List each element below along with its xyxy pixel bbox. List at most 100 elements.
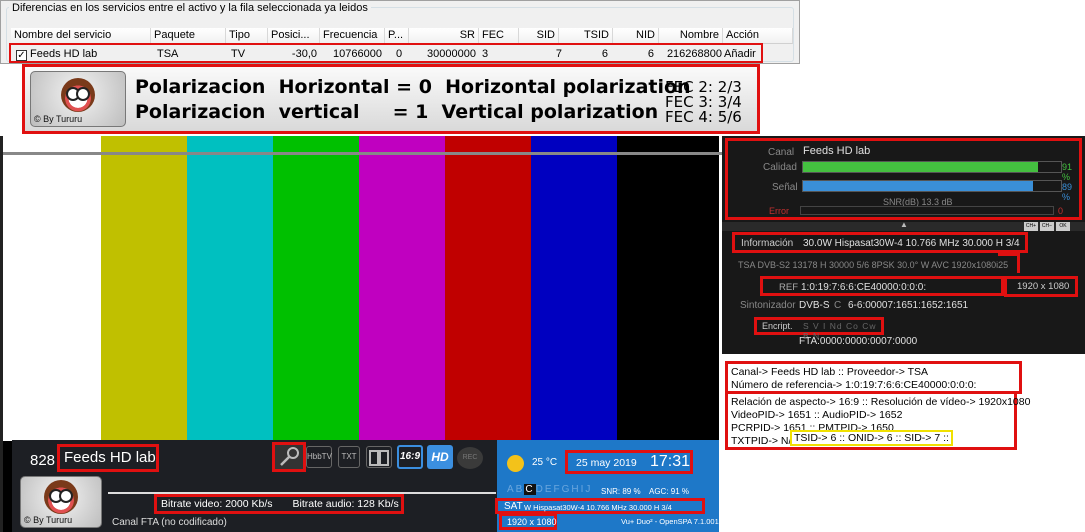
sintonizador-c: C [834, 300, 842, 311]
color-bar-magenta [359, 136, 445, 441]
canal-status: Canal FTA (no codificado) [112, 517, 227, 528]
col-header-fec[interactable]: FEC [479, 28, 519, 44]
encript-box: Encript. S V I Nd Co Cw B N [754, 317, 884, 341]
signal-info-panel: Canal Feeds HD lab Calidad 91 % Señal 89… [722, 136, 1085, 354]
letter-j: J [585, 484, 593, 495]
error-bar [800, 206, 1054, 215]
info-box: Información 30.0W Hispasat30W-4 10.766 M… [732, 232, 1028, 253]
col-header-sr[interactable]: SR [409, 28, 479, 44]
col-header-nombre[interactable]: Nombre del servicio [11, 28, 151, 44]
col-header-p[interactable]: P... [385, 28, 409, 44]
info-value: 30.0W Hispasat30W-4 10.766 MHz 30.000 H … [803, 238, 1020, 249]
col-header-posicion[interactable]: Posici... [268, 28, 320, 44]
color-bar-cyan [187, 136, 273, 441]
ref-label: REF [779, 282, 798, 293]
resolution-osd: 1920 x 1080 [499, 513, 557, 530]
key-icon[interactable] [272, 442, 306, 472]
cell-frecuencia: 10766000 [333, 48, 382, 60]
error-value: 0 [1058, 206, 1064, 216]
services-diff-panel: Diferencias en los servicios entre el ac… [0, 0, 800, 64]
temperature: 25 °C [532, 457, 558, 468]
cell-nombre[interactable]: ✓ Feeds HD lab [13, 46, 153, 62]
senal-label: Señal [772, 182, 798, 193]
col-header-tipo[interactable]: Tipo [226, 28, 268, 44]
chevron-up-icon[interactable]: ▲ [900, 220, 908, 229]
hbbtv-icon: HbbTV [306, 446, 332, 468]
calidad-value: 91 % [1062, 162, 1073, 182]
cell-accion: Añadir [724, 48, 756, 60]
ok-button[interactable]: OK [1056, 222, 1070, 231]
tururu-logo-osd: © By Tururu [20, 476, 102, 528]
info-line-canal: Canal-> Feeds HD lab :: Proveedor-> TSA [731, 366, 929, 378]
sintonizador-pids: 6-6:00007:1651:1652:1651 [848, 300, 969, 311]
ch-plus-button[interactable]: CH+ [1024, 222, 1038, 231]
letter-a: A [507, 484, 516, 495]
letter-g: G [561, 484, 572, 495]
ref-box: REF 1:0:19:7:6:6:CE40000:0:0:0: [760, 276, 1004, 296]
sat-info-box: SAT W Hispasat30W-4 10.766 MHz 30.000 H … [495, 498, 705, 514]
res-connector [998, 253, 1020, 273]
time: 17:31 [650, 453, 691, 470]
fec-4: FEC 4: 5/6 [665, 108, 742, 126]
datetime-box: 25 may 2019 17:31 [565, 450, 693, 474]
ch-minus-button[interactable]: CH− [1040, 222, 1054, 231]
color-bar-yellow [101, 136, 187, 441]
cell-fec: 3 [482, 48, 489, 60]
logo-credit: © By Tururu [34, 114, 83, 124]
letter-f: F [553, 484, 562, 495]
signal-fill [803, 181, 1033, 191]
col-header-accion[interactable]: Acción [723, 28, 793, 44]
canal-value: Feeds HD lab [803, 145, 871, 157]
polarization-banner: © By Tururu Polarizacion Horizontal = 0 … [22, 64, 760, 134]
quality-fill [803, 162, 1038, 172]
rec-icon: REC [457, 447, 483, 469]
group-title: Diferencias en los servicios entre el ac… [9, 2, 371, 14]
info-box-top: Canal-> Feeds HD lab :: Proveedor-> TSA … [725, 361, 1022, 394]
col-header-paquete[interactable]: Paquete [151, 28, 226, 44]
polarization-line-1: Polarizacion Horizontal = 0 Horizontal p… [135, 76, 691, 98]
error-label: Error [769, 206, 789, 216]
sintonizador-value: DVB-S [799, 300, 830, 311]
senal-value: 89 % [1062, 182, 1073, 202]
channel-info-box: Canal-> Feeds HD lab :: Proveedor-> TSA … [722, 359, 1085, 532]
col-header-sid[interactable]: SID [519, 28, 559, 44]
col-header-frecuencia[interactable]: Frecuencia [320, 28, 385, 44]
cell-nid: 6 [647, 48, 654, 60]
col-header-tsid[interactable]: TSID [559, 28, 613, 44]
bitrate-video: Bitrate video: 2000 Kb/s [161, 498, 273, 510]
row-checkbox[interactable]: ✓ [16, 50, 27, 61]
canal-label: Canal [768, 147, 795, 158]
cell-nombre2: 216268800 [666, 48, 722, 60]
receiver-info: Vu+ Duo² - OpenSPA 7.1.001 [621, 517, 719, 526]
osd-logo-credit: © By Tururu [24, 515, 73, 525]
owl-icon [44, 480, 78, 514]
info-line-aspecto: Relación de aspecto-> 16:9 :: Resolución… [731, 396, 1031, 408]
cell-tsid: 6 [601, 48, 608, 60]
aspect-16-9-icon: 16:9 [397, 445, 423, 469]
agc-osd: AGC: 91 % [649, 487, 690, 496]
letter-index: ABCDEFGHIJ [507, 484, 592, 495]
top-scan-line [3, 152, 722, 155]
tururu-logo: © By Tururu [30, 71, 126, 127]
cell-sr: 30000000 [427, 48, 476, 60]
col-header-nid[interactable]: NID [613, 28, 659, 44]
color-bar-red [445, 136, 531, 441]
channel-number: 828 [30, 452, 56, 469]
calidad-label: Calidad [763, 162, 797, 173]
quality-bar [802, 161, 1062, 173]
letter-c: C [524, 484, 536, 495]
sun-icon [507, 455, 524, 472]
sat-label: SAT [504, 501, 523, 512]
cell-tipo: TV [231, 48, 246, 60]
col-header-nombre2[interactable]: Nombre [659, 28, 723, 44]
row-name: Feeds HD lab [30, 48, 98, 60]
sat-info: W Hispasat30W-4 10.766 MHz 30.000 H 3/4 [524, 503, 672, 512]
color-bar-green [273, 136, 359, 441]
fta-value: FTA:0000:0000:0007:0000 [799, 336, 918, 347]
snr-osd: SNR: 89 % [601, 487, 641, 496]
res-value: 1920 x 1080 [1004, 276, 1078, 297]
letter-d: D [535, 484, 545, 495]
info-line-videopid: VideoPID-> 1651 :: AudioPID-> 1652 [731, 409, 903, 421]
ref-value: 1:0:19:7:6:6:CE40000:0:0:0: [801, 282, 927, 293]
bitrate-box: Bitrate video: 2000 Kb/s Bitrate audio: 1… [154, 494, 404, 514]
